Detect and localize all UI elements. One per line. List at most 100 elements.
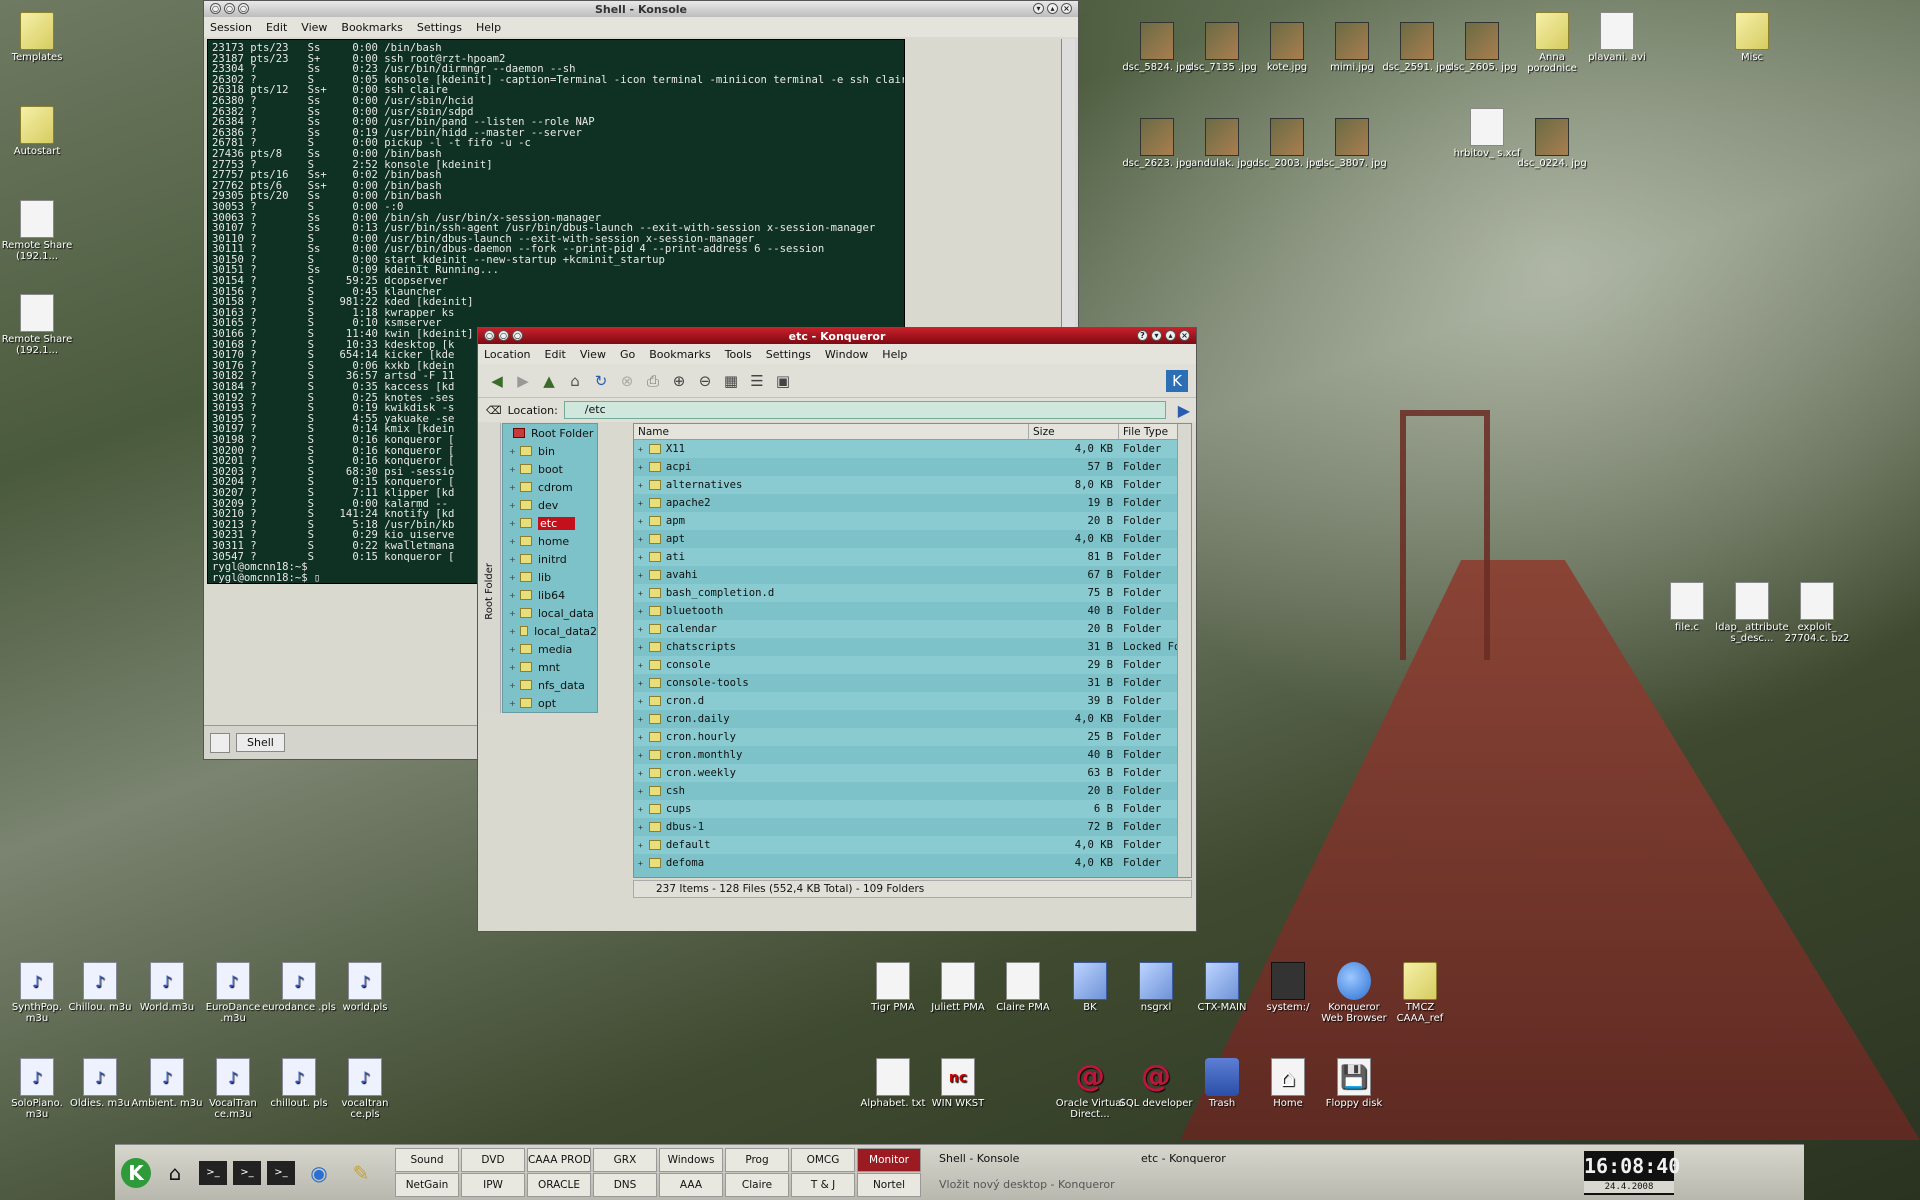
expand-icon[interactable]: + <box>638 715 643 724</box>
desktop-icon-playlist[interactable]: ♪ World.m3u <box>130 962 204 1013</box>
expand-icon[interactable]: + <box>638 679 643 688</box>
desktop-icon-photo[interactable]: dsc_2623. jpg <box>1120 118 1194 169</box>
file-row[interactable]: + apm 20 B Folder <box>634 512 1191 530</box>
desktop-icon-trash[interactable]: Trash <box>1185 1058 1259 1109</box>
task-konqueror[interactable]: etc - Konqueror <box>1137 1148 1337 1172</box>
desktop-icon-playlist[interactable]: ♪ EuroDance .m3u <box>196 962 270 1024</box>
expand-icon[interactable]: + <box>638 751 643 760</box>
virtual-desktop-button[interactable]: IPW <box>461 1173 525 1197</box>
tree-node[interactable]: + lib <box>503 568 597 586</box>
expand-icon[interactable]: + <box>638 517 643 526</box>
desktop-icon-bk[interactable]: BK <box>1053 962 1127 1013</box>
expand-icon[interactable]: + <box>509 465 516 474</box>
expand-icon[interactable]: + <box>509 573 516 582</box>
tree-node[interactable]: + bin <box>503 442 597 460</box>
expand-icon[interactable]: + <box>638 589 643 598</box>
up-arrow-icon[interactable]: ▲ <box>538 370 560 392</box>
expand-icon[interactable]: + <box>638 661 643 670</box>
kmenu-icon[interactable]: K <box>121 1157 151 1188</box>
tree-node[interactable]: + home <box>503 532 597 550</box>
virtual-desktop-button[interactable]: GRX <box>593 1148 657 1172</box>
close-icon[interactable]: × <box>1061 3 1072 14</box>
expand-icon[interactable]: + <box>509 609 516 618</box>
file-row[interactable]: + alternatives 8,0 KB Folder <box>634 476 1191 494</box>
expand-icon[interactable]: + <box>509 483 516 492</box>
minimize-icon[interactable]: ▾ <box>1033 3 1044 14</box>
desktop-icon-remote-share[interactable]: Remote Share (192.1... <box>0 200 74 262</box>
virtual-desktop-button[interactable]: Monitor <box>857 1148 921 1172</box>
zoom-out-icon[interactable]: ⊖ <box>694 370 716 392</box>
file-row[interactable]: + console 29 B Folder <box>634 656 1191 674</box>
expand-icon[interactable]: + <box>638 625 643 634</box>
expand-icon[interactable]: + <box>638 823 643 832</box>
virtual-desktop-button[interactable]: DNS <box>593 1173 657 1197</box>
file-row[interactable]: + calendar 20 B Folder <box>634 620 1191 638</box>
desktop-icon-playlist[interactable]: ♪ Oldies. m3u <box>63 1058 137 1109</box>
expand-icon[interactable]: + <box>638 535 643 544</box>
file-row[interactable]: + avahi 67 B Folder <box>634 566 1191 584</box>
desktop-icon-remote-share[interactable]: Remote Share (192.1... <box>0 294 74 356</box>
expand-icon[interactable]: + <box>638 643 643 652</box>
tab-shell[interactable]: Shell <box>236 733 285 752</box>
desktop-icon-nsgrxl[interactable]: nsgrxl <box>1119 962 1193 1013</box>
menu-edit[interactable]: Edit <box>545 348 566 361</box>
menu-edit[interactable]: Edit <box>266 21 287 34</box>
expand-icon[interactable]: + <box>638 553 643 562</box>
expand-icon[interactable]: + <box>638 787 643 796</box>
expand-icon[interactable]: + <box>638 481 643 490</box>
menu-tools[interactable]: Tools <box>725 348 752 361</box>
desktop-icon-juliett-pma[interactable]: Juliett PMA <box>921 962 995 1013</box>
file-row[interactable]: + cups 6 B Folder <box>634 800 1191 818</box>
desktop-icon-autostart[interactable]: Autostart <box>0 106 74 157</box>
desktop-icon-photo[interactable]: mimi.jpg <box>1315 22 1389 73</box>
location-input[interactable]: /etc <box>563 401 1166 419</box>
task-konsole[interactable]: Shell - Konsole <box>935 1148 1135 1172</box>
expand-icon[interactable]: + <box>509 645 516 654</box>
new-session-icon[interactable] <box>210 732 230 753</box>
column-file-type[interactable]: File Type <box>1119 424 1179 439</box>
tree-node[interactable]: + initrd <box>503 550 597 568</box>
desktop-icon-photo[interactable]: kote.jpg <box>1250 22 1324 73</box>
desktop-icon-system[interactable]: system:/ <box>1251 962 1325 1013</box>
desktop-icon-win-wkst[interactable]: nc WIN WKST <box>921 1058 995 1109</box>
file-row[interactable]: + apache2 19 B Folder <box>634 494 1191 512</box>
desktop-icon-templates[interactable]: Templates <box>0 12 74 63</box>
icon-view-icon[interactable]: ▦ <box>720 370 742 392</box>
file-row[interactable]: + default 4,0 KB Folder <box>634 836 1191 854</box>
desktop-icon-konqueror[interactable]: Konqueror Web Browser <box>1317 962 1391 1024</box>
virtual-desktop-button[interactable]: Nortel <box>857 1173 921 1197</box>
virtual-desktop-button[interactable]: Windows <box>659 1148 723 1172</box>
menu-session[interactable]: Session <box>210 21 252 34</box>
menu-window[interactable]: Window <box>825 348 868 361</box>
sidebar-tab-root-folder[interactable]: Root Folder <box>484 563 495 620</box>
virtual-desktop-button[interactable]: T & J <box>791 1173 855 1197</box>
menu-bookmarks[interactable]: Bookmarks <box>341 21 402 34</box>
terminal-launcher-icon[interactable]: >_ <box>267 1160 295 1185</box>
shade-button-icon[interactable]: ○ <box>512 330 523 341</box>
desktop-icon-video[interactable]: plavani. avi <box>1580 12 1654 63</box>
expand-icon[interactable]: + <box>509 591 516 600</box>
desktop-icon-photo[interactable]: dsc_0224. jpg <box>1515 118 1589 169</box>
file-row[interactable]: + cron.weekly 63 B Folder <box>634 764 1191 782</box>
minimize-icon[interactable]: ▾ <box>1151 330 1162 341</box>
desktop-icon-tigr-pma[interactable]: Tigr PMA <box>856 962 930 1013</box>
desktop-icon-photo[interactable]: dsc_7135 .jpg <box>1185 22 1259 73</box>
menu-help[interactable]: Help <box>882 348 907 361</box>
expand-icon[interactable]: + <box>638 733 643 742</box>
task-konqueror-2[interactable]: Vložit nový desktop - Konqueror <box>935 1174 1135 1198</box>
forward-arrow-icon[interactable]: ▶ <box>512 370 534 392</box>
virtual-desktop-button[interactable]: Sound <box>395 1148 459 1172</box>
sticky-button-icon[interactable]: ○ <box>498 330 509 341</box>
expand-icon[interactable]: + <box>509 519 516 528</box>
file-row[interactable]: + cron.daily 4,0 KB Folder <box>634 710 1191 728</box>
close-icon[interactable]: × <box>1179 330 1190 341</box>
virtual-desktop-button[interactable]: NetGain <box>395 1173 459 1197</box>
go-arrow-icon[interactable]: ▶ <box>1178 401 1190 420</box>
help-icon[interactable]: ? <box>1137 330 1148 341</box>
terminal-launcher-icon[interactable]: >_ <box>233 1160 261 1185</box>
reload-icon[interactable]: ↻ <box>590 370 612 392</box>
desktop-icon-playlist[interactable]: ♪ world.pls <box>328 962 402 1013</box>
menu-settings[interactable]: Settings <box>766 348 811 361</box>
expand-icon[interactable]: + <box>509 537 516 546</box>
desktop-icon-c-file[interactable]: file.c <box>1650 582 1724 633</box>
